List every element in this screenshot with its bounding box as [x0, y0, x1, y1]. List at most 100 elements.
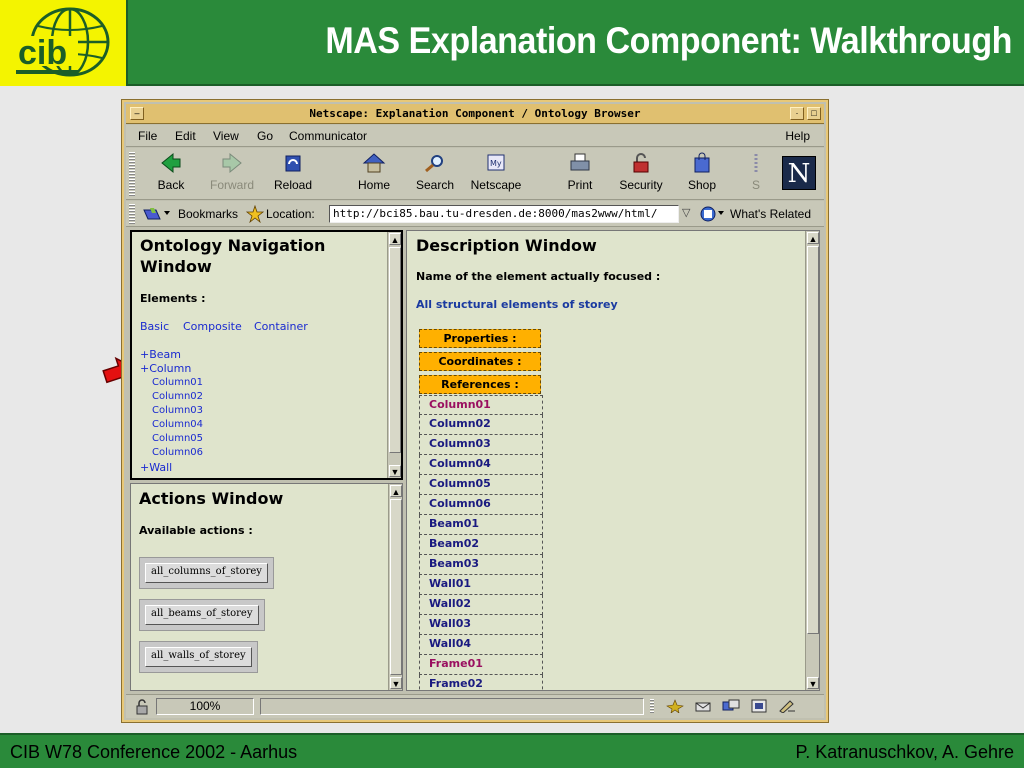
- nav-scrollbar[interactable]: ▲ ▼: [387, 232, 401, 478]
- scroll-down-icon[interactable]: ▼: [807, 677, 819, 689]
- all-columns-button[interactable]: all_columns_of_storey: [145, 563, 268, 583]
- stop-button[interactable]: S: [746, 152, 766, 192]
- reference-row-column03[interactable]: Column03: [419, 435, 543, 455]
- actions-scrollbar[interactable]: ▲ ▼: [388, 484, 402, 690]
- reference-row-wall02[interactable]: Wall02: [419, 595, 543, 615]
- menu-go[interactable]: Go: [257, 129, 273, 143]
- tree-column03-link[interactable]: Column03: [152, 405, 203, 416]
- composer-icon[interactable]: [778, 699, 796, 713]
- filter-composite-link[interactable]: Composite: [183, 320, 242, 333]
- shop-label: Shop: [687, 178, 717, 192]
- minimize-button[interactable]: ·: [790, 107, 804, 120]
- conference-label: CIB W78 Conference 2002 - Aarhus: [10, 742, 298, 762]
- security-lock-icon[interactable]: [134, 699, 150, 715]
- tree-column01-link[interactable]: Column01: [152, 377, 203, 388]
- menu-edit[interactable]: Edit: [175, 129, 196, 143]
- reference-row-wall01[interactable]: Wall01: [419, 575, 543, 595]
- window-titlebar[interactable]: – Netscape: Explanation Component / Onto…: [126, 104, 824, 124]
- shopping-bag-icon: [690, 152, 714, 174]
- shop-button[interactable]: Shop: [674, 152, 730, 192]
- reference-row-column01[interactable]: Column01: [419, 395, 543, 415]
- tree-column02-link[interactable]: Column02: [152, 391, 203, 402]
- back-arrow-icon: [159, 152, 183, 174]
- lock-icon: [629, 152, 653, 174]
- printer-icon: [568, 152, 592, 174]
- filter-container-link[interactable]: Container: [254, 320, 308, 333]
- locbar-grip[interactable]: [129, 204, 135, 224]
- scroll-up-icon[interactable]: ▲: [390, 485, 402, 497]
- all-beams-button[interactable]: all_beams_of_storey: [145, 605, 259, 625]
- print-button[interactable]: Print: [552, 152, 608, 192]
- properties-tab[interactable]: Properties :: [419, 329, 541, 348]
- reference-row-column04[interactable]: Column04: [419, 455, 543, 475]
- search-button[interactable]: Search: [407, 152, 463, 192]
- search-label: Search: [415, 178, 455, 192]
- url-dropdown-icon[interactable]: ▽: [682, 206, 690, 219]
- reference-row-wall03[interactable]: Wall03: [419, 615, 543, 635]
- all-walls-button[interactable]: all_walls_of_storey: [145, 647, 252, 667]
- reference-row-beam02[interactable]: Beam02: [419, 535, 543, 555]
- reference-row-column02[interactable]: Column02: [419, 415, 543, 435]
- home-button[interactable]: Home: [346, 152, 402, 192]
- bookmarks-label[interactable]: Bookmarks: [178, 207, 238, 221]
- coordinates-tab[interactable]: Coordinates :: [419, 352, 541, 371]
- description-scrollbar[interactable]: ▲ ▼: [805, 231, 819, 690]
- menu-help[interactable]: Help: [785, 129, 810, 143]
- security-button[interactable]: Security: [613, 152, 669, 192]
- nav-scroll-thumb[interactable]: [389, 247, 401, 453]
- menu-communicator[interactable]: Communicator: [289, 129, 367, 143]
- address-book-icon[interactable]: [750, 699, 768, 713]
- url-input[interactable]: http://bci85.bau.tu-dresden.de:8000/mas2…: [329, 205, 679, 223]
- tree-wall-link[interactable]: +Wall: [140, 461, 172, 474]
- references-tab[interactable]: References :: [419, 375, 541, 394]
- action-button-frame: all_walls_of_storey: [139, 641, 258, 673]
- reload-icon: [281, 152, 305, 174]
- home-label: Home: [357, 178, 390, 192]
- toolbar-grip[interactable]: [129, 152, 135, 196]
- scroll-down-icon[interactable]: ▼: [389, 465, 401, 477]
- filter-basic-link[interactable]: Basic: [140, 320, 169, 333]
- tree-beam-link[interactable]: +Beam: [140, 348, 181, 361]
- description-scroll-thumb[interactable]: [807, 246, 819, 634]
- page-proxy-icon[interactable]: [246, 205, 264, 223]
- tree-column-link[interactable]: +Column: [140, 362, 191, 375]
- reference-row-beam03[interactable]: Beam03: [419, 555, 543, 575]
- tree-column06-link[interactable]: Column06: [152, 447, 203, 458]
- scroll-up-icon[interactable]: ▲: [807, 232, 819, 244]
- whats-related-label[interactable]: What's Related: [730, 207, 811, 221]
- slide-title: MAS Explanation Component: Walkthrough: [325, 20, 1012, 61]
- reference-row-column06[interactable]: Column06: [419, 495, 543, 515]
- tree-column05-link[interactable]: Column05: [152, 433, 203, 444]
- whats-related-icon[interactable]: [698, 205, 726, 223]
- reference-row-wall04[interactable]: Wall04: [419, 635, 543, 655]
- status-message: [260, 698, 644, 715]
- navigation-toolbar: Back Forward Reload Home Search My Netsc…: [126, 148, 824, 200]
- scroll-up-icon[interactable]: ▲: [389, 233, 401, 245]
- references-table: Column01 Column02 Column03 Column04 Colu…: [419, 395, 543, 690]
- menu-bar: File Edit View Go Communicator Help: [126, 125, 824, 147]
- focused-element-label: Name of the element actually focused :: [416, 270, 661, 283]
- navigator-icon[interactable]: [666, 699, 684, 713]
- reference-row-frame02[interactable]: Frame02: [419, 675, 543, 690]
- maximize-button[interactable]: □: [807, 107, 821, 120]
- back-button[interactable]: Back: [143, 152, 199, 192]
- component-bar-grip[interactable]: [650, 699, 654, 713]
- newsgroups-icon[interactable]: [722, 699, 740, 713]
- menu-view[interactable]: View: [213, 129, 239, 143]
- forward-label: Forward: [209, 178, 254, 192]
- forward-button[interactable]: Forward: [204, 152, 260, 192]
- reload-button[interactable]: Reload: [265, 152, 321, 192]
- actions-scroll-thumb[interactable]: [390, 499, 402, 675]
- bookmarks-icon[interactable]: [142, 206, 172, 222]
- netscape-button[interactable]: My Netscape: [468, 152, 524, 192]
- reference-row-frame01[interactable]: Frame01: [419, 655, 543, 675]
- menu-file[interactable]: File: [138, 129, 157, 143]
- browser-window: – Netscape: Explanation Component / Onto…: [121, 99, 829, 723]
- actions-window-title: Actions Window: [139, 489, 284, 508]
- tree-column04-link[interactable]: Column04: [152, 419, 203, 430]
- reference-row-column05[interactable]: Column05: [419, 475, 543, 495]
- stop-label: S: [751, 178, 760, 192]
- scroll-down-icon[interactable]: ▼: [390, 677, 402, 689]
- mail-icon[interactable]: [694, 699, 712, 713]
- reference-row-beam01[interactable]: Beam01: [419, 515, 543, 535]
